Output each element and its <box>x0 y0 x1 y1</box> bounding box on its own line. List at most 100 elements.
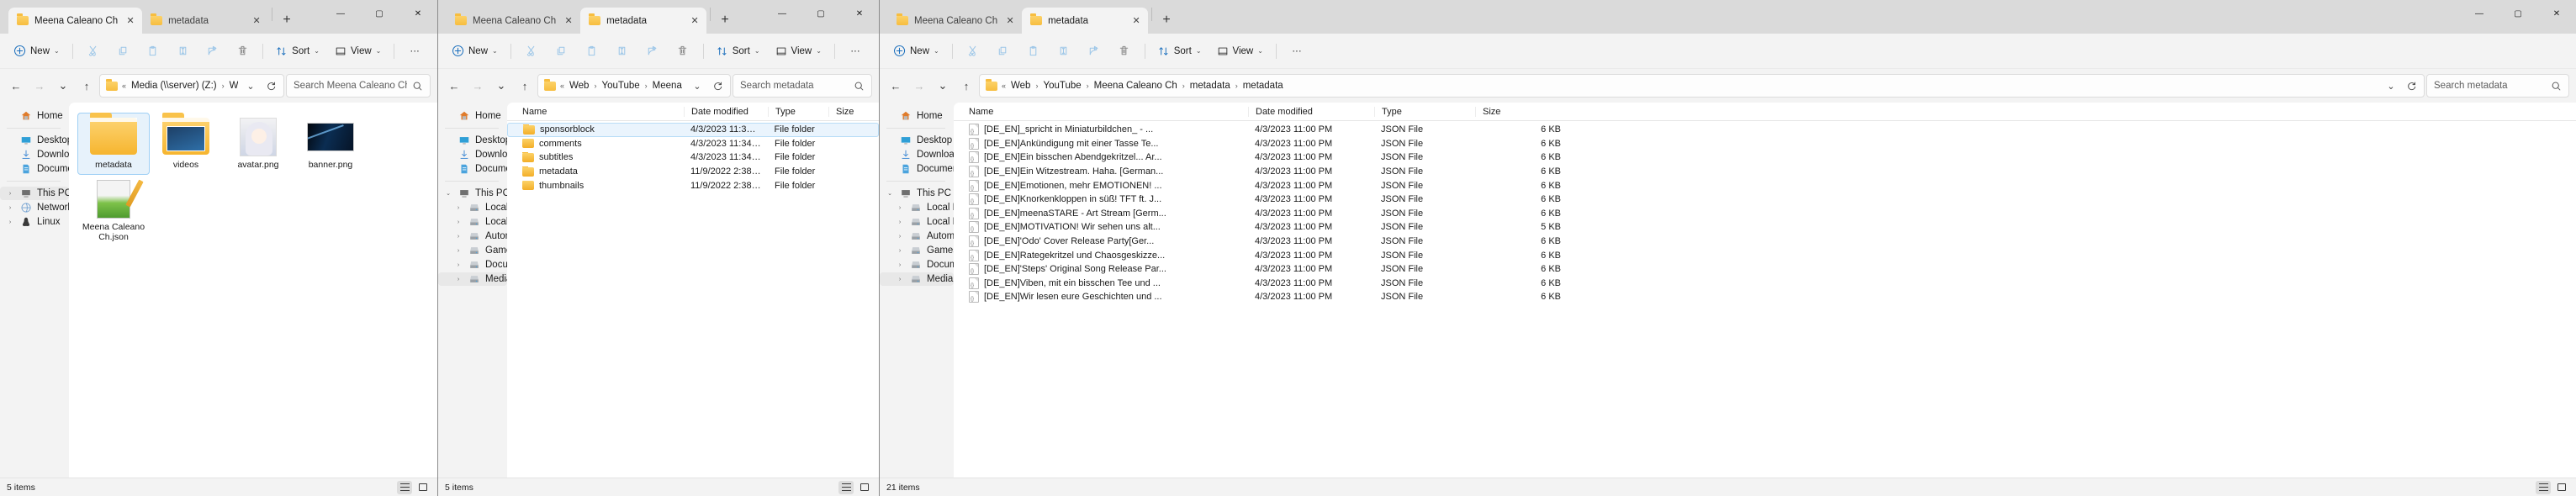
details-view-toggle[interactable] <box>2536 480 2551 494</box>
table-row[interactable]: [DE_EN]Wir lesen eure Geschichten und ..… <box>954 290 2576 304</box>
table-row[interactable]: [DE_EN]Ein bisschen Abendgekritzel... Ar… <box>954 150 2576 165</box>
breadcrumb-item-5[interactable]: metadata <box>1240 80 1286 92</box>
share-button[interactable] <box>638 39 667 64</box>
sidebar-item-downloads[interactable]: Downloads⚲ <box>0 148 69 161</box>
close-window-button[interactable]: ✕ <box>840 0 879 27</box>
paste-button[interactable] <box>1019 39 1048 64</box>
address-bar[interactable]: «Web›YouTube›Meena Caleano Ch›metadata⌄ <box>537 74 731 98</box>
table-row[interactable]: [DE_EN]_spricht in Miniaturbildchen_ - .… <box>954 123 2576 137</box>
back-button[interactable]: ← <box>5 75 27 97</box>
copy-button[interactable] <box>108 39 137 64</box>
close-icon[interactable]: ✕ <box>250 14 263 28</box>
sidebar-item-home[interactable]: Home <box>0 109 69 123</box>
grid-item[interactable]: banner.png <box>294 113 367 175</box>
icons-view-toggle[interactable] <box>857 481 872 494</box>
table-row[interactable]: metadata 11/9/2022 2:38 PM File folder <box>507 165 879 179</box>
grid-item[interactable]: metadata <box>77 113 150 176</box>
delete-button[interactable] <box>229 39 257 64</box>
maximize-button[interactable]: ▢ <box>801 0 840 27</box>
icons-view-toggle[interactable] <box>2554 481 2569 494</box>
grid-item[interactable]: videos <box>150 113 222 175</box>
explorer-window-3[interactable]: Meena Caleano Ch ✕ metadata ✕ + — ▢ ✕ New ⌄ Sort ⌄ V… <box>880 0 2576 496</box>
address-dropdown-button[interactable]: ⌄ <box>241 77 260 95</box>
breadcrumb-item-1[interactable]: Media (\\server) (Z:) <box>129 80 220 92</box>
explorer-window-2[interactable]: Meena Caleano Ch ✕ metadata ✕ + — ▢ ✕ New ⌄ Sort ⌄ V… <box>438 0 880 496</box>
sidebar-item-automatic-do[interactable]: › Automatic Do <box>880 230 954 243</box>
sidebar-item-local-disk-d[interactable]: › Local Disk (D:) <box>880 215 954 229</box>
column-header-date-modified[interactable]: Date modified <box>1248 106 1374 117</box>
address-bar[interactable]: «Media (\\server) (Z:)›Web›YouTube›Meena… <box>99 74 284 98</box>
sidebar-item-documents[interactable]: Documents⚲ <box>0 162 69 176</box>
sidebar-item-local-disk-c[interactable]: › Local Disk (C:) <box>880 201 954 214</box>
table-row[interactable]: [DE_EN]'Odo' Cover Release Party[Ger... 4… <box>954 235 2576 249</box>
chevron-icon[interactable]: › <box>453 248 463 254</box>
rename-button[interactable] <box>1050 39 1078 64</box>
tab-2[interactable]: metadata ✕ <box>142 8 268 34</box>
rename-button[interactable] <box>168 39 197 64</box>
up-button[interactable]: ↑ <box>76 75 98 97</box>
details-view-toggle[interactable] <box>838 480 854 494</box>
breadcrumb-item-1[interactable]: Web <box>567 80 591 92</box>
chevron-icon[interactable]: › <box>895 248 905 254</box>
maximize-button[interactable]: ▢ <box>360 0 399 27</box>
more-options-button[interactable]: ··· <box>841 39 870 64</box>
paste-button[interactable] <box>578 39 606 64</box>
chevron-icon[interactable]: › <box>453 262 463 268</box>
tab-2[interactable]: metadata ✕ <box>580 8 707 34</box>
tab-1[interactable]: Meena Caleano Ch ✕ <box>8 8 143 34</box>
table-row[interactable]: thumbnails 11/9/2022 2:38 PM File folder <box>507 178 879 193</box>
sidebar-item-this-pc[interactable]: › This PC <box>0 187 69 200</box>
sidebar-item-downloads[interactable]: Downloads⚲ <box>438 148 507 161</box>
grid-item[interactable]: Meena Caleano Ch.json <box>77 175 150 247</box>
new-tab-button[interactable]: + <box>714 9 736 31</box>
view-button[interactable]: View ⌄ <box>769 39 828 64</box>
close-window-button[interactable]: ✕ <box>399 0 437 27</box>
table-row[interactable]: subtitles 4/3/2023 11:34 PM File folder <box>507 150 879 165</box>
recent-locations-button[interactable]: ⌄ <box>52 75 74 97</box>
column-header-name[interactable]: Name <box>516 107 684 117</box>
column-header-type[interactable]: Type <box>1374 106 1475 117</box>
chevron-icon[interactable]: › <box>895 205 905 211</box>
cut-button[interactable] <box>517 39 546 64</box>
table-row[interactable]: [DE_EN]Viben, mit ein bisschen Tee und .… <box>954 277 2576 291</box>
sidebar-item-desktop[interactable]: Desktop⚲ <box>438 134 507 147</box>
chevron-icon[interactable]: › <box>5 191 15 197</box>
breadcrumb-item-1[interactable]: Web <box>1008 80 1033 92</box>
chevron-icon[interactable]: ⌄ <box>885 190 895 197</box>
sidebar-item-documents[interactable]: Documents⚲ <box>880 162 954 176</box>
sidebar-item-documents[interactable]: › Documents (\ <box>880 258 954 272</box>
column-header-name[interactable]: Name <box>962 107 1248 117</box>
sidebar-item-automatic-do[interactable]: › Automatic Do <box>438 230 507 243</box>
maximize-button[interactable]: ▢ <box>2499 0 2537 27</box>
table-row[interactable]: [DE_EN]Emotionen, mehr EMOTIONEN! ... 4/3… <box>954 178 2576 193</box>
search-input[interactable]: Search metadata <box>740 81 849 91</box>
sidebar-item-documents[interactable]: Documents⚲ <box>438 162 507 176</box>
table-row[interactable]: [DE_EN]meenaSTARE - Art Stream [Germ... 4… <box>954 207 2576 221</box>
sidebar-item-network[interactable]: › Network <box>0 201 69 214</box>
close-icon[interactable]: ✕ <box>124 14 137 28</box>
new-button[interactable]: New ⌄ <box>445 39 505 64</box>
cut-button[interactable] <box>79 39 108 64</box>
table-row[interactable]: [DE_EN]Ein Witzestream. Haha. [German...… <box>954 165 2576 179</box>
chevron-icon[interactable]: › <box>5 219 15 225</box>
up-button[interactable]: ↑ <box>955 75 977 97</box>
tab-1[interactable]: Meena Caleano Ch ✕ <box>447 8 580 34</box>
close-window-button[interactable]: ✕ <box>2537 0 2576 27</box>
refresh-button[interactable] <box>262 77 280 95</box>
more-options-button[interactable]: ··· <box>400 39 429 64</box>
sidebar-item-linux[interactable]: › Linux <box>0 215 69 229</box>
copy-button[interactable] <box>547 39 576 64</box>
breadcrumb-overflow[interactable]: « <box>121 82 127 90</box>
up-button[interactable]: ↑ <box>514 75 536 97</box>
table-row[interactable]: [DE_EN]Ankündigung mit einer Tasse Te...… <box>954 137 2576 151</box>
forward-button[interactable]: → <box>29 75 50 97</box>
sort-button[interactable]: Sort ⌄ <box>269 39 326 64</box>
new-tab-button[interactable]: + <box>276 9 298 31</box>
sidebar-item-desktop[interactable]: Desktop⚲ <box>0 134 69 147</box>
breadcrumb-item-2[interactable]: Web <box>227 80 238 92</box>
close-icon[interactable]: ✕ <box>1003 14 1017 28</box>
forward-button[interactable]: → <box>908 75 930 97</box>
rename-button[interactable] <box>608 39 637 64</box>
sidebar-item-documents[interactable]: › Documents (\ <box>438 258 507 272</box>
table-row[interactable]: [DE_EN]MOTIVATION! Wir sehen uns alt... 4… <box>954 220 2576 235</box>
